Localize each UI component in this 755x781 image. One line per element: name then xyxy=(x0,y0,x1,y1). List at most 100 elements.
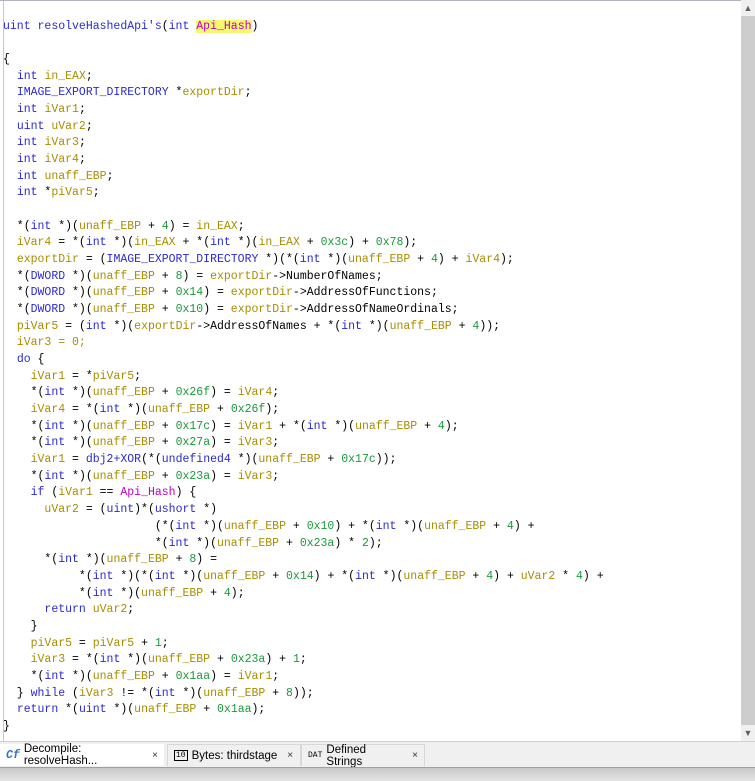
variable[interactable]: iVar1 xyxy=(31,370,66,383)
number-literal[interactable]: 0x17c xyxy=(176,420,211,433)
variable[interactable]: exportDir xyxy=(210,270,272,283)
variable[interactable]: piVar5 xyxy=(17,320,58,333)
variable[interactable]: unaff_EBP xyxy=(93,286,155,299)
code-line[interactable]: *(DWORD *)(unaff_EBP + 8) = exportDir->N… xyxy=(3,269,604,286)
variable[interactable]: iVar4 xyxy=(31,403,66,416)
variable[interactable]: iVar3 xyxy=(44,136,79,149)
variable[interactable]: uVar2 xyxy=(521,570,556,583)
code-line[interactable]: *(DWORD *)(unaff_EBP + 0x14) = exportDir… xyxy=(3,285,604,302)
variable[interactable]: unaff_EBP xyxy=(93,436,155,449)
variable[interactable]: iVar3 xyxy=(238,470,273,483)
keyword[interactable]: int xyxy=(86,236,107,249)
keyword[interactable]: int xyxy=(58,553,79,566)
keyword[interactable]: int xyxy=(31,220,52,233)
variable[interactable]: unaff_EBP xyxy=(348,253,410,266)
variable[interactable]: iVar1 xyxy=(31,453,66,466)
code-line[interactable]: iVar3 = 0; xyxy=(3,335,604,352)
keyword[interactable]: int xyxy=(176,520,197,533)
number-literal[interactable]: 0x78 xyxy=(376,236,404,249)
number-literal[interactable]: 4 xyxy=(576,570,583,583)
code-line[interactable]: iVar3 = *(int *)(unaff_EBP + 0x23a) + 1; xyxy=(3,652,604,669)
code-line[interactable] xyxy=(3,35,604,52)
keyword[interactable]: int xyxy=(100,653,121,666)
variable[interactable]: uVar2 xyxy=(44,503,79,516)
code-line[interactable]: *(int *)(unaff_EBP + 0x23a) = iVar3; xyxy=(3,469,604,486)
variable[interactable]: unaff_EBP xyxy=(355,420,417,433)
keyword[interactable]: DWORD xyxy=(31,286,66,299)
code-line[interactable]: *(int *)(*(int *)(unaff_EBP + 0x14) + *(… xyxy=(3,569,604,586)
number-literal[interactable]: 0x23a xyxy=(300,537,335,550)
number-literal[interactable]: 1 xyxy=(293,653,300,666)
variable[interactable]: in_EAX xyxy=(196,220,237,233)
variable[interactable]: unaff_EBP xyxy=(224,520,286,533)
variable[interactable]: unaff_EBP xyxy=(93,303,155,316)
number-literal[interactable]: 0x26f xyxy=(231,403,266,416)
number-literal[interactable]: 0x3c xyxy=(321,236,349,249)
keyword[interactable]: int xyxy=(44,470,65,483)
number-literal[interactable]: 4 xyxy=(486,570,493,583)
variable[interactable]: unaff_EBP xyxy=(93,670,155,683)
variable[interactable]: unaff_EBP xyxy=(148,403,210,416)
scroll-down-icon[interactable]: ▼ xyxy=(741,725,755,741)
code-line[interactable]: IMAGE_EXPORT_DIRECTORY *exportDir; xyxy=(3,85,604,102)
keyword[interactable]: int xyxy=(341,320,362,333)
number-literal[interactable]: 4 xyxy=(438,420,445,433)
code-line[interactable]: return uVar2; xyxy=(3,602,604,619)
code-line[interactable]: int in_EAX; xyxy=(3,69,604,86)
keyword[interactable]: int xyxy=(44,420,65,433)
number-literal[interactable]: 0x10 xyxy=(176,303,204,316)
variable[interactable]: iVar1 xyxy=(58,486,93,499)
number-literal[interactable]: 0x27a xyxy=(176,436,211,449)
keyword[interactable]: DWORD xyxy=(31,303,66,316)
number-literal[interactable]: 2 xyxy=(362,537,369,550)
variable[interactable]: exportDir xyxy=(17,253,79,266)
variable[interactable]: iVar1 xyxy=(238,670,273,683)
code-line[interactable]: *(int *)(unaff_EBP + 0x26f) = iVar4; xyxy=(3,385,604,402)
keyword[interactable]: int xyxy=(44,670,65,683)
code-line[interactable]: uint uVar2; xyxy=(3,119,604,136)
number-literal[interactable]: 0x1aa xyxy=(176,670,211,683)
variable[interactable]: unaff_EBP xyxy=(148,653,210,666)
variable[interactable]: iVar4 xyxy=(44,153,79,166)
variable[interactable]: iVar4 xyxy=(465,253,500,266)
keyword[interactable]: ushort xyxy=(155,503,196,516)
number-literal[interactable]: 8 xyxy=(176,270,183,283)
code-line[interactable]: int *piVar5; xyxy=(3,185,604,202)
code-line[interactable]: } xyxy=(3,719,604,736)
tab-bytes[interactable]: 10 Bytes: thirdstage × xyxy=(167,744,301,766)
code-line[interactable] xyxy=(3,2,604,19)
close-icon[interactable]: × xyxy=(287,750,293,761)
variable[interactable]: unaff_EBP xyxy=(107,553,169,566)
code-line[interactable]: *(int *)(unaff_EBP + 4); xyxy=(3,586,604,603)
code-line[interactable]: *(int *)(unaff_EBP + 0x1aa) = iVar1; xyxy=(3,669,604,686)
scroll-up-icon[interactable]: ▲ xyxy=(741,0,755,16)
variable[interactable]: unaff_EBP xyxy=(93,470,155,483)
variable[interactable]: iVar3 xyxy=(79,687,114,700)
variable[interactable]: unaff_EBP xyxy=(93,270,155,283)
number-literal[interactable]: 8 xyxy=(286,687,293,700)
variable[interactable]: unaff_EBP xyxy=(217,537,279,550)
keyword[interactable]: int xyxy=(17,136,38,149)
code-line[interactable]: *(int *)(unaff_EBP + 8) = xyxy=(3,552,604,569)
number-literal[interactable]: 0x26f xyxy=(176,386,211,399)
variable[interactable]: unaff_EBP xyxy=(203,687,265,700)
code-line[interactable]: do { xyxy=(3,352,604,369)
number-literal[interactable]: 0x23a xyxy=(176,470,211,483)
decompiler-panel[interactable]: uint resolveHashedApi's(int Api_Hash) { i… xyxy=(0,0,741,741)
variable[interactable]: uVar2 xyxy=(51,120,86,133)
keyword[interactable]: int xyxy=(44,386,65,399)
variable[interactable]: unaff_EBP xyxy=(134,703,196,716)
variable[interactable]: piVar5 xyxy=(51,186,92,199)
keyword[interactable]: int xyxy=(169,537,190,550)
keyword[interactable]: int xyxy=(17,186,38,199)
number-literal[interactable]: 0x17c xyxy=(341,453,376,466)
parameter[interactable]: Api_Hash xyxy=(196,19,252,33)
variable[interactable]: exportDir xyxy=(231,303,293,316)
code-line[interactable]: int iVar3; xyxy=(3,135,604,152)
keyword[interactable]: uint xyxy=(107,503,135,516)
code-line[interactable]: *(int *)(unaff_EBP + 0x17c) = iVar1 + *(… xyxy=(3,419,604,436)
keyword[interactable]: int xyxy=(210,236,231,249)
number-literal[interactable]: 8 xyxy=(189,553,196,566)
variable[interactable]: unaff_EBP xyxy=(141,587,203,600)
variable[interactable]: in_EAX xyxy=(258,236,299,249)
